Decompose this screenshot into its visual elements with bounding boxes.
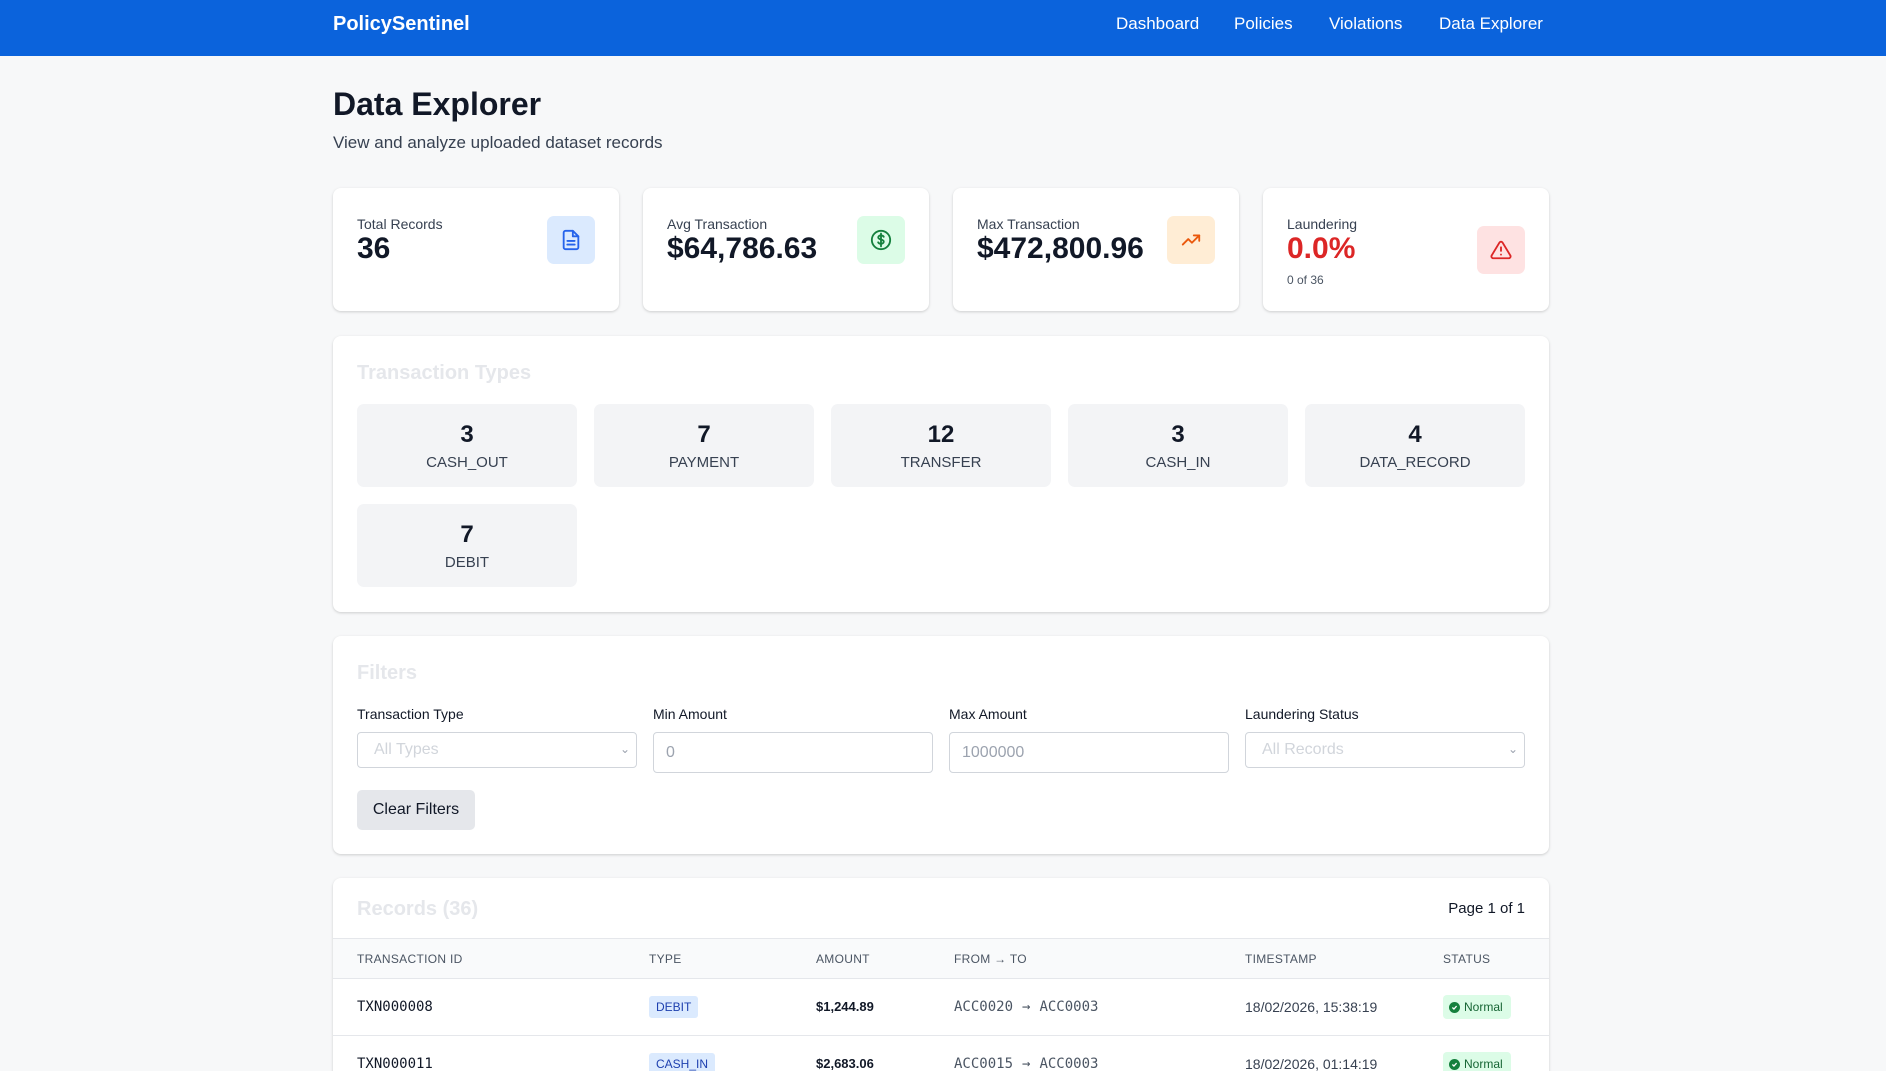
chevron-down-icon: ⌄	[1507, 742, 1518, 756]
page-subtitle: View and analyze uploaded dataset record…	[333, 133, 663, 152]
type-name: TRANSFER	[900, 454, 982, 471]
from-account: ACC0020	[954, 999, 1014, 1015]
column-header-from-to[interactable]: From → To	[954, 952, 1027, 966]
max-amount-input[interactable]	[949, 732, 1229, 773]
transaction-type-select[interactable]: All Types ⌄	[357, 732, 637, 768]
stat-subtext: 0 of 36	[1287, 273, 1324, 287]
from-account: ACC0015	[954, 1056, 1014, 1071]
type-name: DATA_RECORD	[1359, 454, 1471, 471]
stat-card-max-transaction: Max Transaction $472,800.96	[953, 188, 1239, 311]
filters-panel: Filters Transaction Type All Types ⌄ Min…	[333, 636, 1549, 854]
type-tile-payment[interactable]: 7 PAYMENT	[594, 404, 814, 487]
stat-label: Max Transaction	[977, 216, 1080, 232]
stat-card-total-records: Total Records 36	[333, 188, 619, 311]
type-count: 3	[460, 421, 474, 448]
column-header-amount[interactable]: Amount	[816, 952, 870, 966]
nav-link-policies[interactable]: Policies	[1234, 14, 1293, 34]
amount: $2,683.06	[816, 1056, 874, 1071]
trending-up-icon	[1167, 216, 1215, 264]
type-tile-cash-in[interactable]: 3 CASH_IN	[1068, 404, 1288, 487]
section-title: Filters	[357, 662, 418, 684]
max-amount-label: Max Amount	[949, 706, 1027, 722]
chevron-down-icon: ⌄	[619, 742, 630, 756]
from-to: ACC0020 → ACC0003	[954, 999, 1098, 1015]
type-name: CASH_IN	[1145, 454, 1211, 471]
brand-logo[interactable]: PolicySentinel	[333, 13, 470, 36]
check-circle-icon	[1449, 1058, 1460, 1070]
type-name: PAYMENT	[668, 454, 740, 471]
amount: $1,244.89	[816, 999, 874, 1014]
table-row[interactable]: TXN000011 CASH_IN $2,683.06 ACC0015 → ACC0…	[333, 1036, 1549, 1071]
nav-link-dashboard[interactable]: Dashboard	[1116, 14, 1199, 34]
page-indicator: Page 1 of 1	[1448, 900, 1525, 917]
arrow-right-icon: →	[1022, 1056, 1031, 1071]
to-account: ACC0003	[1039, 999, 1099, 1015]
status-text: Normal	[1464, 1057, 1503, 1071]
type-count: 3	[1171, 421, 1185, 448]
dollar-icon	[857, 216, 905, 264]
type-name: DEBIT	[444, 554, 490, 571]
timestamp: 18/02/2026, 15:38:19	[1245, 999, 1378, 1015]
stat-label: Laundering	[1287, 216, 1358, 232]
stat-card-laundering: Laundering 0.0% 0 of 36	[1263, 188, 1549, 311]
laundering-status-select-value: All Records	[1262, 741, 1344, 758]
min-amount-label: Min Amount	[653, 706, 727, 722]
transaction-id: TXN000008	[357, 999, 433, 1015]
nav-link-data-explorer[interactable]: Data Explorer	[1439, 14, 1543, 34]
type-tile-transfer[interactable]: 12 TRANSFER	[831, 404, 1051, 487]
transaction-type-select-value: All Types	[374, 741, 439, 758]
stat-label: Total Records	[357, 216, 443, 232]
nav-link-violations[interactable]: Violations	[1329, 14, 1402, 34]
section-title: Transaction Types	[357, 362, 532, 384]
stat-value: 0.0%	[1287, 232, 1356, 265]
stat-value: $472,800.96	[977, 232, 1144, 265]
table-header: Transaction ID Type Amount From → To Tim…	[333, 938, 1549, 979]
transaction-type-label: Transaction Type	[357, 706, 464, 722]
status-badge: Normal	[1443, 1052, 1511, 1071]
type-count: 7	[697, 421, 711, 448]
laundering-status-select[interactable]: All Records ⌄	[1245, 732, 1525, 768]
type-tile-data-record[interactable]: 4 DATA_RECORD	[1305, 404, 1525, 487]
transaction-types-panel: Transaction Types 3 CASH_OUT 7 PAYMENT 1…	[333, 336, 1549, 612]
type-name: CASH_OUT	[426, 454, 508, 471]
type-count: 4	[1408, 421, 1422, 448]
column-header-timestamp[interactable]: Timestamp	[1245, 952, 1317, 966]
stat-card-avg-transaction: Avg Transaction $64,786.63	[643, 188, 929, 311]
type-count: 12	[927, 421, 955, 448]
records-panel: Records (36) Page 1 of 1 Transaction ID …	[333, 878, 1549, 1071]
status-text: Normal	[1464, 1000, 1503, 1014]
records-title: Records (36)	[357, 898, 479, 920]
page-title: Data Explorer	[333, 86, 542, 122]
arrow-right-icon: →	[1022, 999, 1031, 1015]
clear-filters-button[interactable]: Clear Filters	[357, 790, 475, 830]
alert-triangle-icon	[1477, 226, 1525, 274]
stat-value: 36	[357, 232, 391, 265]
column-header-type[interactable]: Type	[649, 952, 682, 966]
type-badge: CASH_IN	[649, 1053, 716, 1071]
min-amount-input[interactable]	[653, 732, 933, 773]
status-badge: Normal	[1443, 995, 1511, 1019]
check-circle-icon	[1449, 1001, 1460, 1013]
type-tile-cash-out[interactable]: 3 CASH_OUT	[357, 404, 577, 487]
stat-label: Avg Transaction	[667, 216, 768, 232]
laundering-status-label: Laundering Status	[1245, 706, 1359, 722]
from-to: ACC0015 → ACC0003	[954, 1056, 1098, 1071]
type-badge: DEBIT	[649, 996, 699, 1018]
document-icon	[547, 216, 595, 264]
column-header-status[interactable]: Status	[1443, 952, 1490, 966]
top-navbar: PolicySentinel Dashboard Policies Violat…	[0, 0, 1886, 56]
table-row[interactable]: TXN000008 DEBIT $1,244.89 ACC0020 → ACC000…	[333, 979, 1549, 1036]
column-header-transaction-id[interactable]: Transaction ID	[357, 952, 463, 966]
type-count: 7	[460, 521, 474, 548]
transaction-id: TXN000011	[357, 1056, 433, 1071]
stat-value: $64,786.63	[667, 232, 818, 265]
type-tile-debit[interactable]: 7 DEBIT	[357, 504, 577, 587]
to-account: ACC0003	[1039, 1056, 1099, 1071]
timestamp: 18/02/2026, 01:14:19	[1245, 1056, 1378, 1071]
